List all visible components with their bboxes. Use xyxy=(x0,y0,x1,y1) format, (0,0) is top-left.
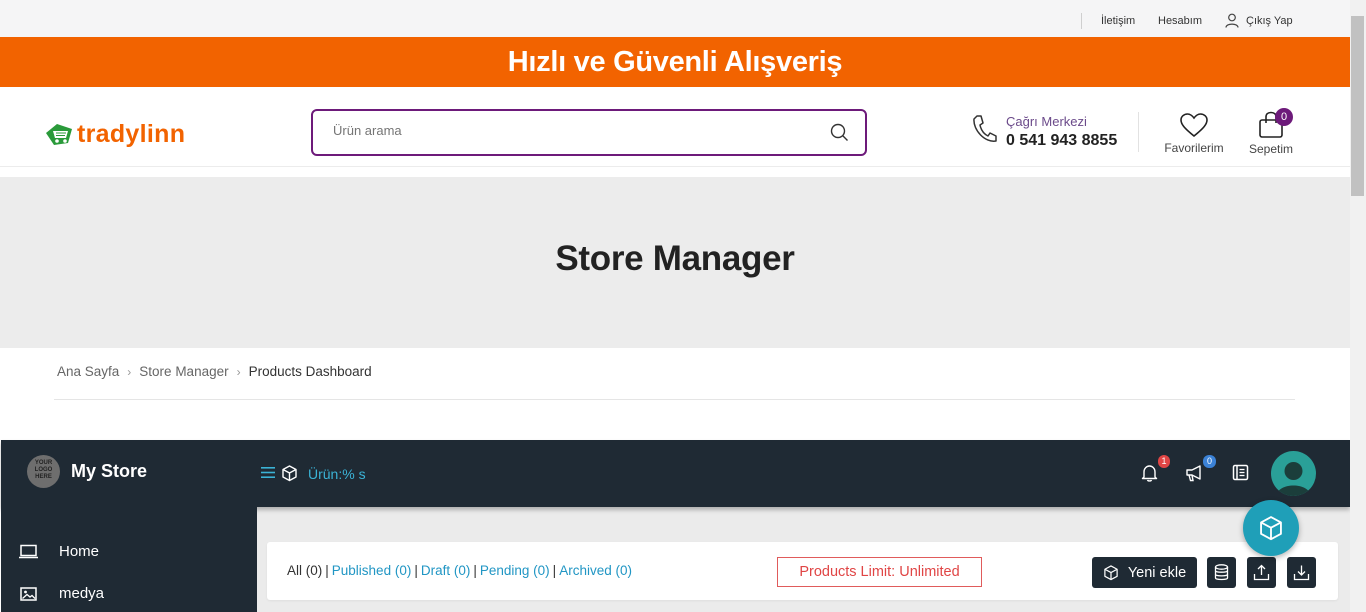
cube-icon xyxy=(1260,515,1282,540)
breadcrumb-store-manager[interactable]: Store Manager xyxy=(139,364,228,379)
favorites-label: Favorilerim xyxy=(1164,141,1224,155)
contact-link[interactable]: İletişim xyxy=(1101,15,1135,27)
menu-icon[interactable] xyxy=(261,466,275,484)
announcement-count-badge: 0 xyxy=(1203,455,1216,468)
breadcrumb-home[interactable]: Ana Sayfa xyxy=(57,364,119,379)
user-icon xyxy=(1225,13,1239,28)
scrollbar-thumb[interactable] xyxy=(1351,16,1364,196)
heart-icon xyxy=(1180,113,1208,138)
export-button[interactable] xyxy=(1247,557,1276,588)
avatar[interactable] xyxy=(1271,451,1316,496)
sidebar-item-media[interactable]: medya xyxy=(19,585,104,602)
chevron-right-icon: › xyxy=(127,364,132,379)
chevron-right-icon: › xyxy=(236,364,241,379)
product-status-filters: All (0) | Published (0) | Draft (0) | Pending … xyxy=(287,563,632,578)
notification-count-badge: 1 xyxy=(1158,455,1170,468)
page: İletişim Hesabım Çıkış Yap Hızlı ve Güve… xyxy=(0,0,1366,612)
divider xyxy=(54,399,1295,400)
megaphone-icon[interactable] xyxy=(1185,464,1205,487)
logout-link[interactable]: Çıkış Yap xyxy=(1225,13,1293,28)
stock-manager-button[interactable] xyxy=(1207,557,1236,588)
page-title: Store Manager xyxy=(555,239,795,278)
page-hero: Store Manager xyxy=(0,177,1350,348)
monitor-icon xyxy=(19,544,38,558)
site-logo[interactable]: tradylinn xyxy=(44,120,185,149)
sidebar-item-label: Home xyxy=(59,543,100,560)
download-icon xyxy=(1293,565,1310,581)
cart-count-badge: 0 xyxy=(1275,108,1293,126)
account-link[interactable]: Hesabım xyxy=(1158,15,1202,27)
store-name[interactable]: My Store xyxy=(71,461,147,482)
filter-pending[interactable]: Pending (0) xyxy=(480,563,550,578)
cube-icon xyxy=(1104,564,1118,580)
logout-label: Çıkış Yap xyxy=(1246,14,1293,27)
bell-icon[interactable] xyxy=(1141,464,1158,487)
filter-archived[interactable]: Archived (0) xyxy=(559,563,632,578)
image-icon xyxy=(20,586,37,601)
dashboard-sidebar: Home medya xyxy=(1,507,257,612)
divider xyxy=(1138,112,1139,152)
search-icon[interactable] xyxy=(830,123,849,147)
shopping-cart-logo-icon xyxy=(46,123,72,145)
promo-banner: Hızlı ve Güvenli Alışveriş xyxy=(0,37,1350,87)
site-header: tradylinn Çağrı Merkezi 0 541 943 8855 F… xyxy=(0,87,1350,167)
products-toolbar: All (0) | Published (0) | Draft (0) | Pending … xyxy=(267,542,1338,600)
cube-icon xyxy=(281,465,298,487)
products-breadcrumb: Ürün:% s xyxy=(308,466,366,482)
call-center-phone: 0 541 943 8855 xyxy=(1006,132,1118,149)
sidebar-item-label: medya xyxy=(59,585,105,602)
cart-button[interactable]: Sepetim 0 xyxy=(1244,108,1298,156)
store-manager-panel: YOUR LOGO HERE My Store Ürün:% s 1 0 Hom… xyxy=(1,440,1350,612)
call-center[interactable]: Çağrı Merkezi 0 541 943 8855 xyxy=(971,114,1117,150)
database-icon xyxy=(1214,564,1229,581)
floating-product-button[interactable] xyxy=(1243,500,1299,556)
knowledgebase-icon[interactable] xyxy=(1232,464,1249,486)
call-center-label: Çağrı Merkezi xyxy=(1006,114,1087,129)
search-input[interactable] xyxy=(333,123,813,138)
upload-icon xyxy=(1253,564,1270,581)
products-limit-badge: Products Limit: Unlimited xyxy=(777,557,982,587)
filter-all[interactable]: All (0) xyxy=(287,563,322,578)
filter-published[interactable]: Published (0) xyxy=(332,563,412,578)
store-logo[interactable]: YOUR LOGO HERE xyxy=(27,455,60,488)
add-new-product-button[interactable]: Yeni ekle xyxy=(1092,557,1197,588)
search-box xyxy=(311,109,867,156)
import-button[interactable] xyxy=(1287,557,1316,588)
logo-text: tradylinn xyxy=(77,120,186,148)
breadcrumb: Ana Sayfa › Store Manager › Products Das… xyxy=(57,364,372,379)
favorites-button[interactable]: Favorilerim xyxy=(1162,113,1226,155)
breadcrumb-current: Products Dashboard xyxy=(248,364,372,379)
phone-icon xyxy=(973,115,997,142)
cart-label: Sepetim xyxy=(1248,142,1294,156)
add-new-label: Yeni ekle xyxy=(1127,564,1187,581)
sidebar-item-home[interactable]: Home xyxy=(19,543,99,560)
filter-draft[interactable]: Draft (0) xyxy=(421,563,471,578)
dashboard-topbar: YOUR LOGO HERE My Store Ürün:% s 1 0 xyxy=(1,440,1350,507)
divider xyxy=(1081,13,1082,29)
top-utility-bar: İletişim Hesabım Çıkış Yap xyxy=(0,0,1350,37)
